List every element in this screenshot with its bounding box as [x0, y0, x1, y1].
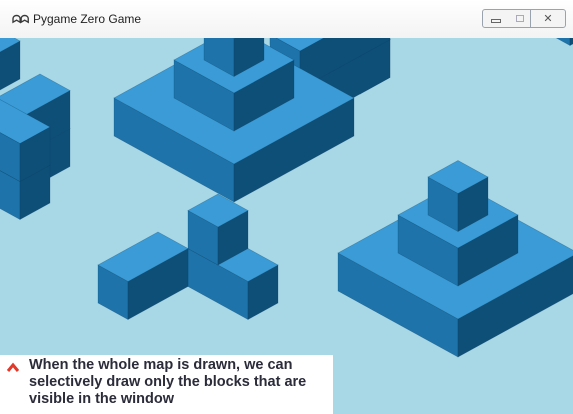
figure-caption: When the whole map is drawn, we can sele…	[0, 355, 333, 414]
maximize-button[interactable]	[508, 9, 531, 28]
caret-up-icon	[6, 362, 20, 372]
close-icon: ✕	[543, 13, 553, 25]
maximize-icon	[515, 15, 524, 22]
pygame-logo-icon: ᗣᗣ	[12, 13, 29, 26]
title-bar[interactable]: ᗣᗣ Pygame Zero Game ✕	[0, 0, 573, 38]
minimize-button[interactable]	[482, 9, 509, 28]
minimize-icon	[490, 18, 501, 23]
window-title: Pygame Zero Game	[33, 12, 142, 26]
caption-text: When the whole map is drawn, we can sele…	[29, 357, 307, 407]
game-window: ᗣᗣ Pygame Zero Game ✕ When the whole map…	[0, 0, 573, 414]
close-button[interactable]: ✕	[530, 9, 566, 28]
